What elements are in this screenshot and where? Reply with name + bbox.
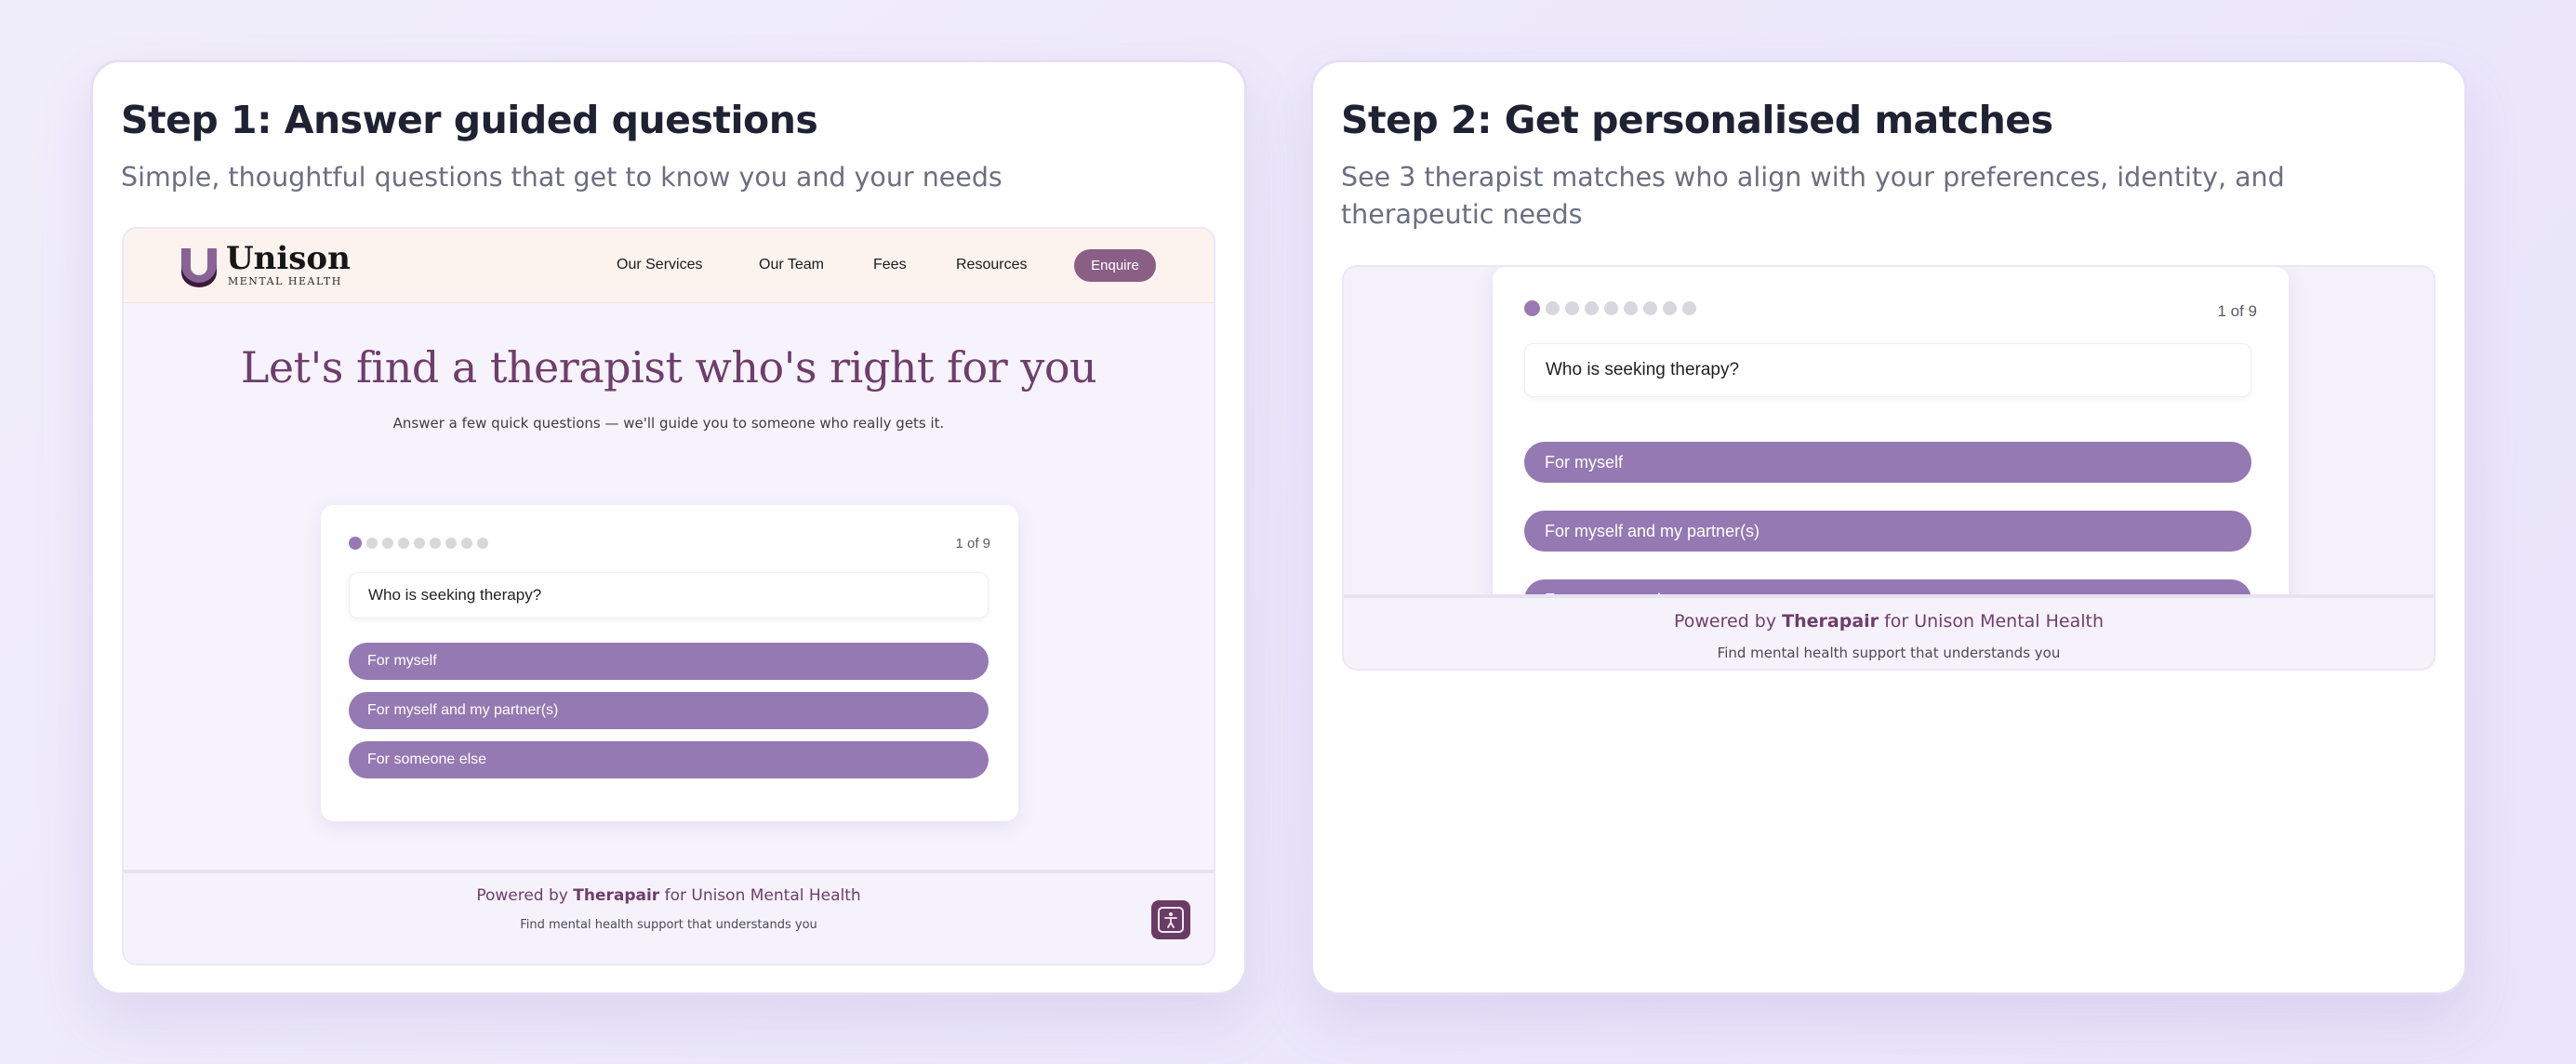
progress-count: 1 of 9 [2217, 302, 2257, 320]
progress-dot [1585, 301, 1599, 315]
progress-dot [1643, 301, 1657, 315]
powered-suffix: for Unison Mental Health [659, 886, 861, 905]
hero-title: Let's find a therapist who's right for y… [240, 342, 1097, 392]
match-preview: 1 of 9 Who is seeking therapy? For mysel… [1342, 265, 2436, 671]
quiz-card: 1 of 9 Who is seeking therapy? For mysel… [1493, 267, 2289, 620]
progress-dot [1604, 301, 1618, 315]
site-footer: Powered by Therapair for Unison Mental H… [124, 870, 1214, 964]
enquire-button[interactable]: Enquire [1074, 249, 1156, 282]
progress-dot [461, 538, 472, 549]
accessibility-person-icon [1158, 907, 1184, 933]
progress-dot [1565, 301, 1579, 315]
logo-wordmark: Unison [226, 240, 351, 277]
site-header: Unison MENTAL HEALTH Our Services Our Te… [124, 229, 1214, 303]
logo-tagline: MENTAL HEALTH [228, 275, 342, 287]
footer-tagline: Find mental health support that understa… [520, 918, 817, 932]
progress-dot [477, 538, 488, 549]
powered-prefix: Powered by [476, 886, 574, 905]
step2-subtitle: See 3 therapist matches who align with y… [1341, 162, 2285, 230]
option-for-myself[interactable]: For myself [1524, 442, 2251, 483]
progress-dot [1524, 300, 1540, 316]
progress-dot [430, 538, 441, 549]
progress-dot [1546, 301, 1560, 315]
progress-dot [414, 538, 425, 549]
step1-title: Step 1: Answer guided questions [121, 98, 818, 142]
powered-brand-link[interactable]: Therapair [1782, 611, 1879, 632]
powered-by: Powered by Therapair for Unison Mental H… [1344, 611, 2434, 632]
nav-our-team[interactable]: Our Team [759, 257, 824, 273]
progress-dot [398, 538, 409, 549]
hero-subtitle: Answer a few quick questions — we'll gui… [392, 415, 945, 432]
progress-dot [1663, 301, 1677, 315]
unison-u-logo-icon[interactable] [179, 245, 219, 287]
progress-dot [382, 538, 393, 549]
powered-suffix: for Unison Mental Health [1879, 611, 2104, 632]
progress-dot [445, 538, 457, 549]
progress-count: 1 of 9 [955, 536, 990, 552]
option-myself-and-partner[interactable]: For myself and my partner(s) [349, 692, 989, 729]
nav-our-services[interactable]: Our Services [617, 257, 702, 273]
option-for-myself[interactable]: For myself [349, 643, 989, 680]
step1-subtitle: Simple, thoughtful questions that get to… [121, 162, 1003, 193]
question-text: Who is seeking therapy? [349, 572, 989, 618]
progress-dots [1524, 300, 1696, 316]
powered-by: Powered by Therapair for Unison Mental H… [124, 886, 1214, 905]
powered-prefix: Powered by [1673, 611, 1783, 632]
step1-card: Step 1: Answer guided questions Simple, … [90, 60, 1247, 995]
powered-brand-link[interactable]: Therapair [573, 886, 659, 905]
site-preview: Unison MENTAL HEALTH Our Services Our Te… [122, 227, 1215, 965]
nav-resources[interactable]: Resources [956, 257, 1027, 273]
question-text: Who is seeking therapy? [1524, 343, 2251, 397]
progress-dot [1624, 301, 1638, 315]
option-someone-else[interactable]: For someone else [349, 741, 989, 778]
progress-dot [366, 538, 378, 549]
progress-dot [1682, 301, 1696, 315]
step2-title: Step 2: Get personalised matches [1341, 98, 2053, 142]
progress-dot [349, 537, 362, 550]
progress-dots [349, 537, 488, 550]
step2-card: Step 2: Get personalised matches See 3 t… [1310, 60, 2467, 995]
option-myself-and-partner[interactable]: For myself and my partner(s) [1524, 511, 2251, 552]
quiz-card: 1 of 9 Who is seeking therapy? For mysel… [321, 505, 1018, 821]
site-footer: Powered by Therapair for Unison Mental H… [1344, 594, 2434, 669]
accessibility-button[interactable] [1151, 900, 1190, 939]
footer-tagline: Find mental health support that understa… [1717, 645, 2061, 661]
nav-fees[interactable]: Fees [873, 257, 907, 273]
